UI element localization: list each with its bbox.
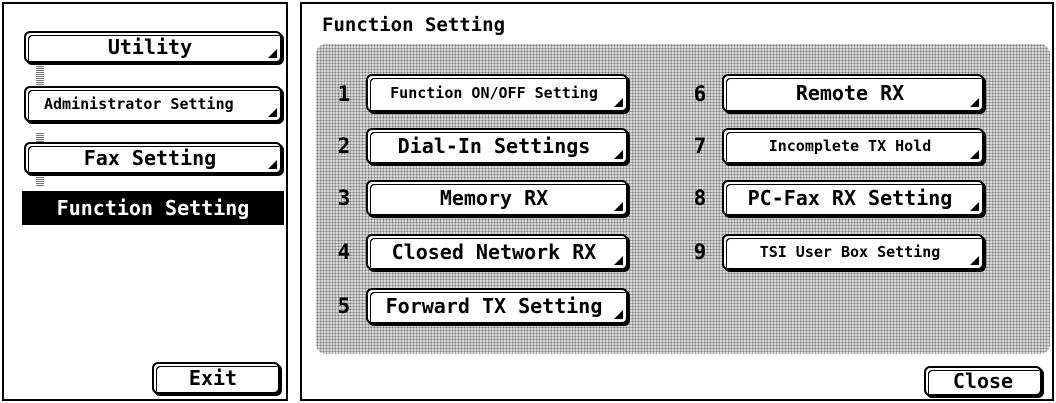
corner-triangle-icon: [614, 310, 623, 319]
forward-tx-setting-button[interactable]: Forward TX Setting: [366, 288, 628, 324]
nav-function-setting-label: Function Setting: [56, 196, 250, 220]
corner-triangle-icon: [614, 150, 623, 159]
corner-triangle-icon: [614, 98, 623, 107]
corner-triangle-icon: [268, 160, 277, 169]
function-number: 6: [693, 82, 707, 106]
function-menu-area: 1 Function ON/OFF Setting 2 Dial-In Sett…: [316, 44, 1050, 354]
nav-utility-button[interactable]: Utility: [24, 31, 282, 63]
function-label: Function ON/OFF Setting: [390, 83, 598, 102]
function-number: 7: [693, 134, 707, 158]
function-number: 4: [337, 240, 351, 264]
corner-triangle-icon: [614, 202, 623, 211]
nav-administrator-setting-label: Administrator Setting: [44, 94, 234, 113]
function-label: Dial-In Settings: [397, 134, 591, 158]
corner-triangle-icon: [970, 150, 979, 159]
function-label: PC-Fax RX Setting: [747, 186, 953, 210]
exit-button[interactable]: Exit: [152, 362, 280, 394]
page-title: Function Setting: [322, 14, 506, 36]
function-number: 9: [693, 240, 707, 264]
nav-function-setting-selected[interactable]: Function Setting: [22, 191, 284, 225]
pc-fax-rx-setting-button[interactable]: PC-Fax RX Setting: [722, 180, 984, 216]
corner-triangle-icon: [970, 202, 979, 211]
nav-fax-setting-label: Fax Setting: [83, 146, 217, 170]
tsi-user-box-setting-button[interactable]: TSI User Box Setting: [722, 234, 984, 270]
corner-triangle-icon: [268, 49, 277, 58]
memory-rx-button[interactable]: Memory RX: [366, 180, 628, 216]
function-number: 3: [337, 186, 351, 210]
nav-administrator-setting-button[interactable]: Administrator Setting: [24, 86, 282, 122]
remote-rx-button[interactable]: Remote RX: [722, 74, 984, 112]
close-label: Close: [952, 369, 1014, 393]
close-button[interactable]: Close: [924, 366, 1042, 396]
function-number: 1: [337, 82, 351, 106]
corner-triangle-icon: [970, 256, 979, 265]
function-label: Closed Network RX: [391, 240, 597, 264]
dial-in-settings-button[interactable]: Dial-In Settings: [366, 128, 628, 164]
closed-network-rx-button[interactable]: Closed Network RX: [366, 234, 628, 270]
nav-connector: [36, 172, 44, 186]
corner-triangle-icon: [970, 98, 979, 107]
function-label: Memory RX: [439, 186, 549, 210]
main-panel: Function Setting 1 Function ON/OFF Setti…: [300, 2, 1054, 401]
function-label: Incomplete TX Hold: [768, 136, 932, 155]
exit-label: Exit: [188, 366, 238, 390]
nav-fax-setting-button[interactable]: Fax Setting: [24, 142, 282, 174]
navigation-panel: Utility Administrator Setting Fax Settin…: [2, 2, 288, 401]
corner-triangle-icon: [614, 256, 623, 265]
function-number: 8: [693, 186, 707, 210]
function-label: Remote RX: [795, 81, 905, 105]
corner-triangle-icon: [268, 108, 277, 117]
incomplete-tx-hold-button[interactable]: Incomplete TX Hold: [722, 128, 984, 164]
function-on-off-setting-button[interactable]: Function ON/OFF Setting: [366, 74, 628, 112]
function-label: Forward TX Setting: [385, 294, 603, 318]
nav-connector: [36, 61, 44, 85]
nav-utility-label: Utility: [107, 35, 193, 59]
function-number: 2: [337, 134, 351, 158]
function-label: TSI User Box Setting: [759, 242, 941, 261]
function-number: 5: [337, 294, 351, 318]
